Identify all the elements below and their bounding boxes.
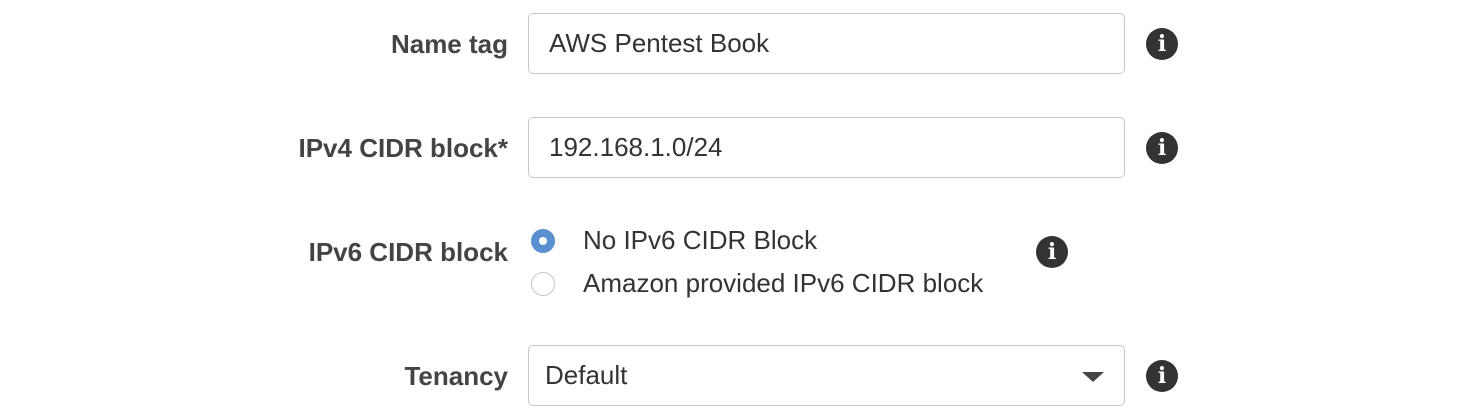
ipv6-option-none[interactable]: No IPv6 CIDR Block bbox=[531, 225, 817, 256]
tenancy-label: Tenancy bbox=[404, 361, 508, 391]
ipv4-cidr-label: IPv4 CIDR block* bbox=[298, 133, 508, 163]
ipv4-cidr-info-icon[interactable]: i bbox=[1146, 132, 1178, 164]
chevron-down-icon bbox=[1082, 372, 1104, 382]
tenancy-select[interactable]: Default bbox=[528, 345, 1125, 406]
ipv4-cidr-input[interactable] bbox=[528, 117, 1125, 178]
create-vpc-form: Name tag i IPv4 CIDR block* i IPv6 CIDR … bbox=[0, 0, 1461, 420]
ipv6-option-amazon[interactable]: Amazon provided IPv6 CIDR block bbox=[531, 268, 983, 299]
ipv6-amazon-label: Amazon provided IPv6 CIDR block bbox=[583, 268, 984, 298]
ipv6-cidr-label: IPv6 CIDR block bbox=[308, 237, 508, 267]
name-tag-label: Name tag bbox=[390, 29, 508, 59]
tenancy-select-value: Default bbox=[545, 360, 628, 390]
name-tag-info-icon[interactable]: i bbox=[1146, 28, 1178, 60]
ipv6-amazon-radio[interactable] bbox=[531, 271, 555, 296]
ipv6-none-radio[interactable] bbox=[531, 228, 555, 253]
ipv6-none-label: No IPv6 CIDR Block bbox=[583, 225, 818, 255]
name-tag-input[interactable] bbox=[528, 13, 1125, 74]
tenancy-info-icon[interactable]: i bbox=[1146, 360, 1178, 392]
ipv6-cidr-info-icon[interactable]: i bbox=[1036, 236, 1068, 268]
